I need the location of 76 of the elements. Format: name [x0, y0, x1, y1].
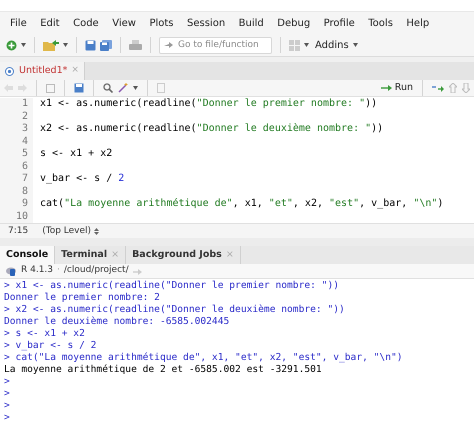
console-line: Donner le deuxième nombre: -6585.002445: [4, 316, 230, 327]
cursor-position: 7:15: [8, 224, 28, 238]
console-line: >: [4, 376, 10, 387]
menu-item[interactable]: File: [10, 16, 27, 31]
rerun-icon[interactable]: [432, 84, 444, 92]
sort-icon: [94, 228, 100, 235]
caret-icon: [133, 86, 138, 90]
menu-item[interactable]: Tools: [368, 16, 393, 31]
print-icon[interactable]: [129, 40, 142, 51]
caret-icon: [21, 43, 26, 48]
console-line: >: [4, 400, 10, 411]
addins-button[interactable]: Addins: [315, 38, 358, 53]
console-line: Donner le premier nombre: 2: [4, 292, 160, 303]
arrow-icon[interactable]: [132, 268, 142, 275]
code-line: s <- x1 + x2: [40, 148, 112, 160]
menu-item[interactable]: View: [112, 16, 136, 31]
file-icon: [5, 66, 15, 76]
r-logo-icon: [6, 266, 17, 276]
folder-icon[interactable]: [43, 40, 59, 51]
document-icon[interactable]: [157, 83, 165, 94]
menu-item[interactable]: Session: [187, 16, 226, 31]
line-number: 3: [22, 123, 28, 136]
line-number: 9: [22, 198, 28, 211]
line-number: 4: [22, 136, 28, 148]
code-line: cat("La moyenne arithmétique de", x1, "et", x2, "est", v_bar, "\n"): [40, 198, 444, 210]
go-to-file-field[interactable]: Go to file/function: [159, 36, 272, 54]
menu-item[interactable]: Code: [73, 16, 99, 31]
console-line: > x1 <- as.numeric(readline("Donner le premier nombre: ")): [4, 280, 340, 291]
save-icon[interactable]: [85, 40, 96, 51]
menu-item[interactable]: Help: [406, 16, 430, 31]
tab-title: Untitled1*: [19, 64, 68, 78]
window-icon[interactable]: [46, 84, 55, 93]
line-number: 8: [22, 186, 28, 198]
menu-item[interactable]: Debug: [277, 16, 310, 31]
console-tab[interactable]: Console: [0, 246, 56, 264]
add-icon[interactable]: [6, 40, 17, 51]
line-number: 10: [16, 210, 28, 224]
forward-icon[interactable]: [18, 84, 27, 92]
separator-dot: ·: [57, 264, 60, 278]
caret-icon: [63, 43, 68, 48]
line-number: 1: [22, 98, 28, 111]
code-line: x2 <- as.numeric(readline("Donner le deuxième nombre: ")): [40, 123, 384, 134]
grid-icon[interactable]: [289, 40, 300, 51]
menu-item[interactable]: Edit: [40, 16, 60, 31]
run-button[interactable]: Run: [380, 81, 413, 96]
console-line: > x2 <- as.numeric(readline("Donner le deuxième nombre: ")): [4, 304, 345, 315]
console-line: > cat("La moyenne arithmétique de", x1, "et", x2, "est", v_bar, "\n"): [4, 352, 403, 363]
line-number: 6: [22, 160, 28, 174]
console-line: > s <- x1 + x2: [4, 328, 85, 339]
arrow-icon: [380, 85, 392, 92]
console-line: >: [4, 412, 10, 423]
console-line: La moyenne arithmétique de 2 et -6585.002 est -3291.501: [4, 364, 322, 375]
menu-item[interactable]: Profile: [324, 16, 355, 31]
down-arrow-icon[interactable]: [462, 83, 470, 94]
wand-icon[interactable]: [118, 83, 128, 94]
line-number: 7: [22, 173, 28, 186]
console-line: >: [4, 388, 10, 399]
save-icon[interactable]: [74, 83, 84, 94]
caret-icon: [304, 43, 309, 48]
r-version: R 4.1.3: [21, 264, 54, 278]
menu-item[interactable]: Build: [238, 16, 264, 31]
code-line: x1 <- as.numeric(readline("Donner le premier nombre: ")): [40, 98, 378, 110]
console-line: > v_bar <- s / 2: [4, 340, 96, 351]
working-directory: /cloud/project/: [64, 264, 129, 278]
search-icon[interactable]: [103, 83, 113, 94]
caret-icon: [352, 43, 358, 48]
code-line: v_bar <- s / 2: [40, 173, 124, 184]
back-icon[interactable]: [4, 84, 13, 92]
editor-tab[interactable]: Untitled1* ×: [0, 62, 85, 80]
save-all-icon[interactable]: [100, 40, 112, 51]
line-number: 5: [22, 148, 28, 161]
scope-selector[interactable]: (Top Level): [42, 224, 100, 238]
arrow-icon: [164, 41, 173, 50]
up-arrow-icon[interactable]: [449, 83, 457, 94]
menu-item[interactable]: Plots: [149, 16, 174, 31]
line-number: 2: [22, 110, 28, 124]
